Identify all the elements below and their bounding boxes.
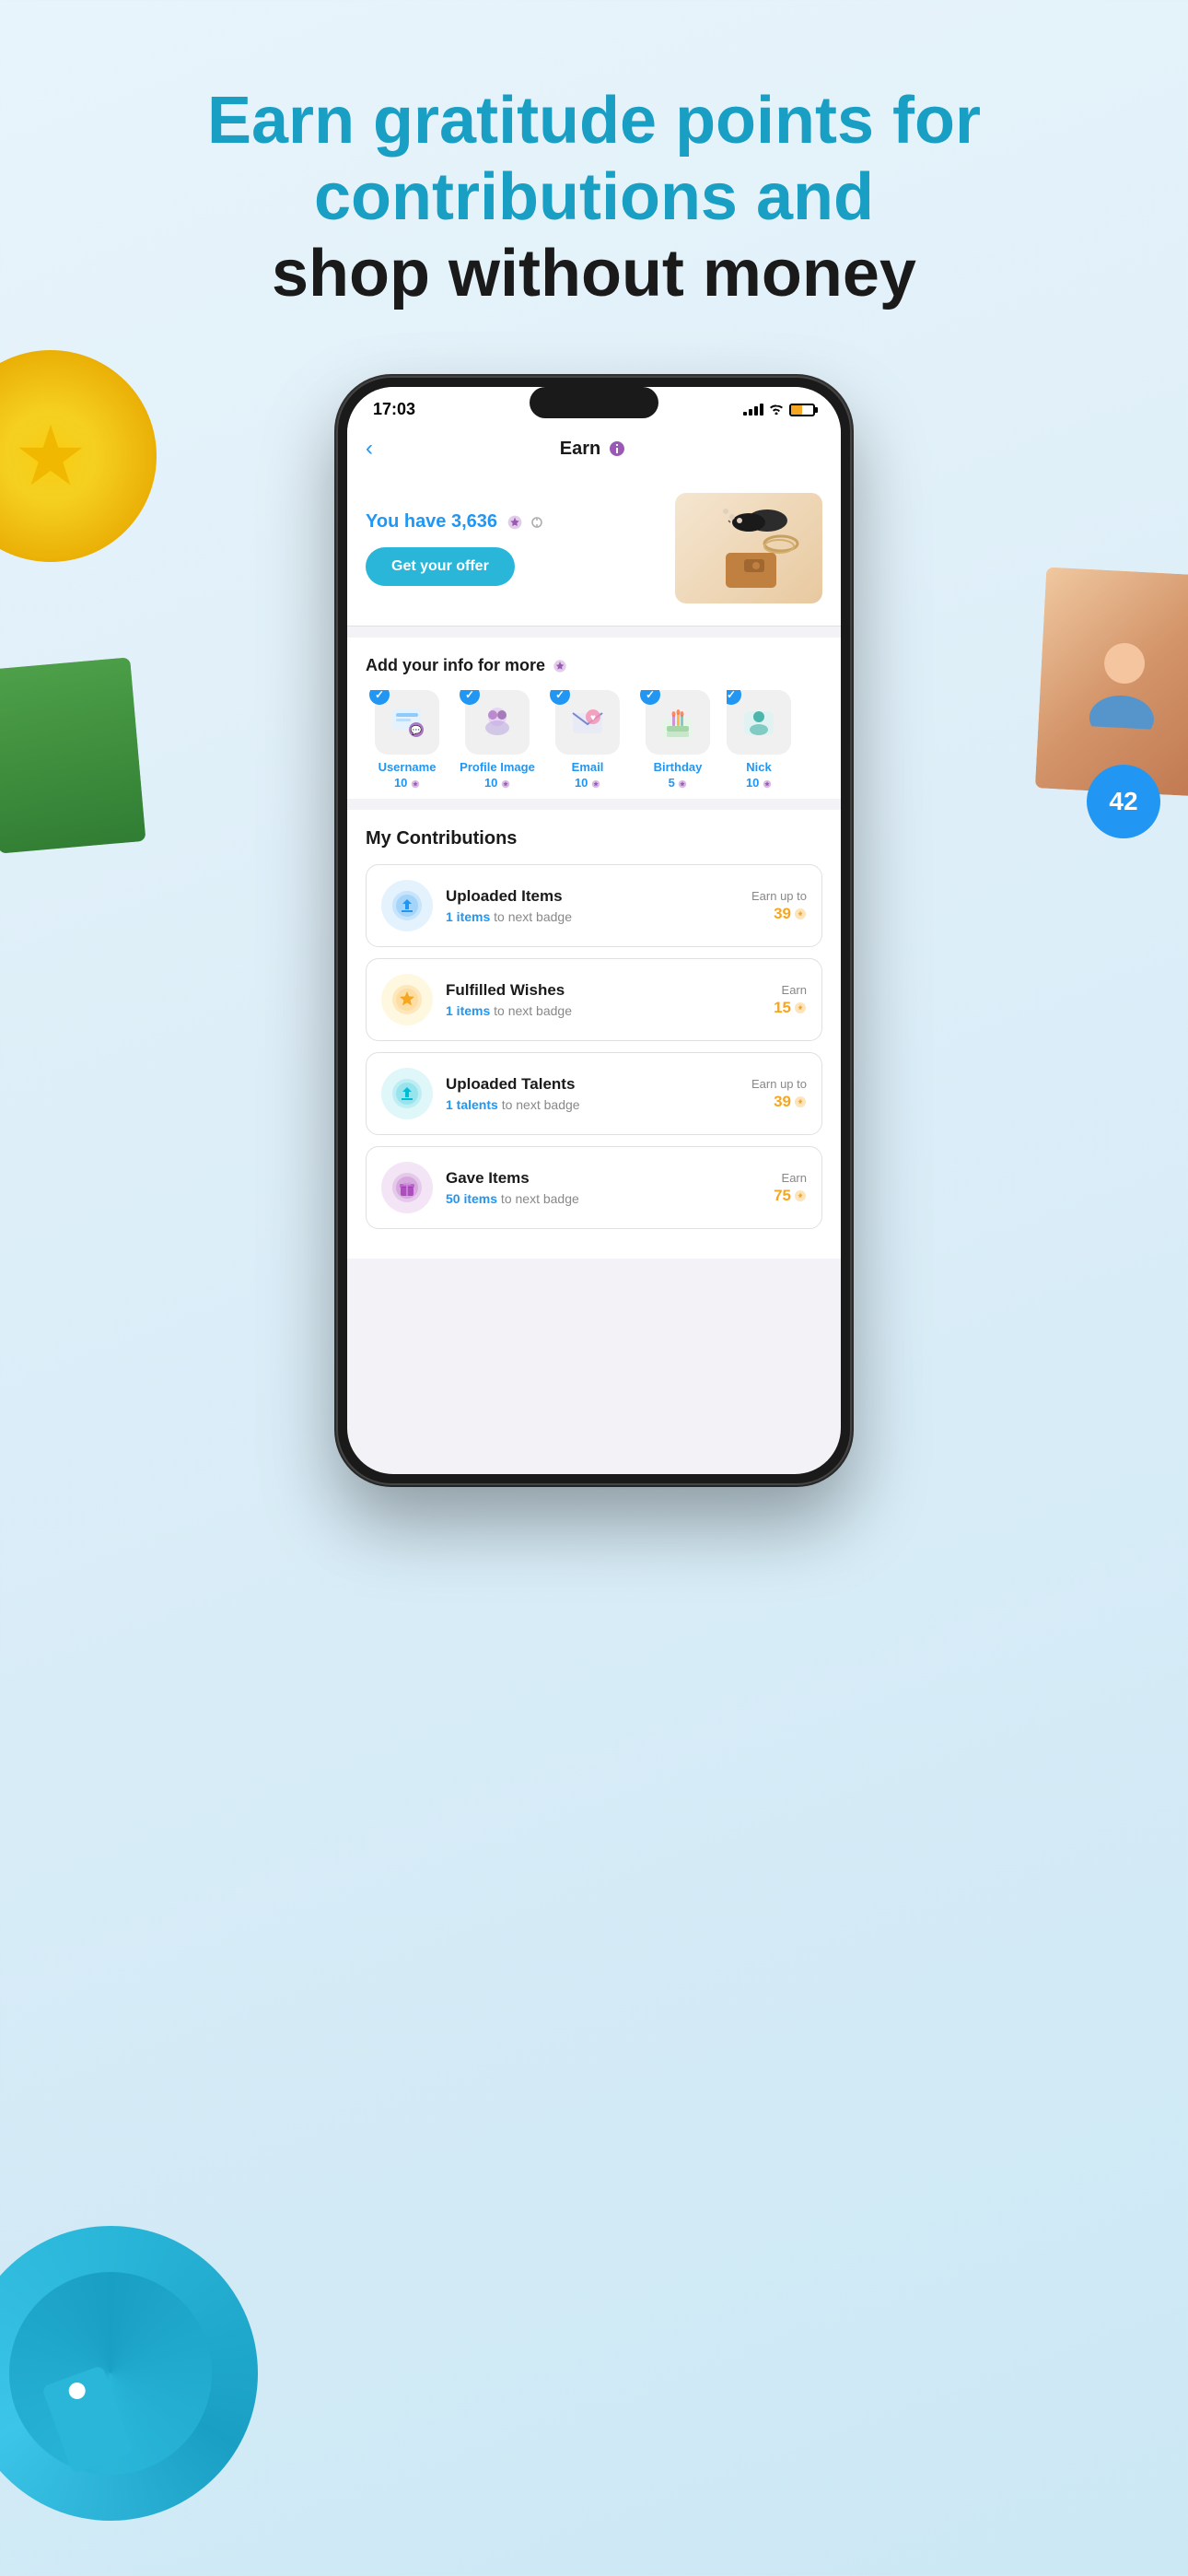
contrib-icon-uploaded-talents bbox=[381, 1068, 433, 1119]
nav-title: Earn bbox=[560, 438, 628, 460]
signal-bar-4 bbox=[760, 404, 763, 416]
phone-screen: 17:03 ‹ bbox=[347, 387, 841, 1474]
contrib-sub-gave-items: 50 items to next badge bbox=[446, 1191, 720, 1206]
info-item-label-email: Email10 bbox=[572, 760, 604, 791]
get-offer-button[interactable]: Get your offer bbox=[366, 547, 515, 586]
info-icon-email: ✓ ♥ bbox=[555, 690, 620, 755]
contrib-sub-uploaded-items: 1 items to next badge bbox=[446, 909, 720, 924]
info-icon-nick: ✓ bbox=[727, 690, 791, 755]
hero-left: You have 3,636 Get your offer bbox=[366, 511, 542, 586]
contrib-icon-uploaded-items bbox=[381, 880, 433, 931]
info-item-email[interactable]: ✓ ♥ Email10 bbox=[546, 690, 629, 791]
contrib-title-fulfilled-wishes: Fulfilled Wishes bbox=[446, 981, 720, 1000]
info-section: Add your info for more ✓ bbox=[347, 638, 841, 799]
contrib-card-gave-items[interactable]: Gave Items 50 items to next badge Earn 7… bbox=[366, 1146, 822, 1229]
info-item-label-birthday: Birthday5 bbox=[654, 760, 703, 791]
status-icons bbox=[743, 403, 815, 417]
hero-image bbox=[675, 493, 822, 603]
nav-bar: ‹ Earn bbox=[347, 427, 841, 474]
info-item-nick[interactable]: ✓ Nick10 bbox=[727, 690, 791, 791]
contrib-info-uploaded-talents: Uploaded Talents 1 talents to next badge bbox=[446, 1075, 720, 1112]
deco-circle-bottom bbox=[0, 2226, 258, 2521]
contrib-sub-uploaded-talents: 1 talents to next badge bbox=[446, 1097, 720, 1112]
info-item-profile-image[interactable]: ✓ Profile Image10 bbox=[456, 690, 539, 791]
contrib-card-uploaded-items[interactable]: Uploaded Items 1 items to next badge Ear… bbox=[366, 864, 822, 947]
info-icon-username: ✓ 💬 bbox=[375, 690, 439, 755]
phone-notch bbox=[530, 387, 658, 418]
contrib-info-uploaded-items: Uploaded Items 1 items to next badge bbox=[446, 887, 720, 924]
contrib-card-fulfilled-wishes[interactable]: Fulfilled Wishes 1 items to next badge E… bbox=[366, 958, 822, 1041]
contrib-earn-gave-items: Earn 75 bbox=[733, 1171, 807, 1205]
contributions-section: My Contributions Uploaded Items bbox=[347, 810, 841, 1259]
svg-text:💬: 💬 bbox=[411, 724, 423, 736]
phone-device: 17:03 ‹ bbox=[336, 376, 852, 1485]
contrib-icon-gave-items bbox=[381, 1162, 433, 1213]
info-item-label-nick: Nick10 bbox=[746, 760, 772, 791]
info-items-list: ✓ 💬 Username10 bbox=[366, 690, 822, 791]
wifi-icon bbox=[769, 403, 784, 417]
info-item-username[interactable]: ✓ 💬 Username10 bbox=[366, 690, 448, 791]
battery-icon bbox=[789, 404, 815, 416]
contrib-earn-uploaded-items: Earn up to 39 bbox=[733, 889, 807, 923]
headline-text: Earn gratitude points for contributions … bbox=[74, 83, 1114, 311]
info-item-label-username: Username10 bbox=[379, 760, 437, 791]
contributions-title: My Contributions bbox=[366, 828, 822, 849]
hero-points: You have 3,636 bbox=[366, 511, 542, 533]
headline-section: Earn gratitude points for contributions … bbox=[0, 0, 1188, 357]
contrib-title-gave-items: Gave Items bbox=[446, 1169, 720, 1188]
contrib-card-uploaded-talents[interactable]: Uploaded Talents 1 talents to next badge… bbox=[366, 1052, 822, 1135]
contrib-title-uploaded-items: Uploaded Items bbox=[446, 887, 720, 906]
signal-bars bbox=[743, 404, 763, 416]
info-item-label-profile: Profile Image10 bbox=[460, 760, 535, 791]
contrib-info-gave-items: Gave Items 50 items to next badge bbox=[446, 1169, 720, 1206]
contrib-title-uploaded-talents: Uploaded Talents bbox=[446, 1075, 720, 1094]
signal-bar-2 bbox=[749, 409, 752, 416]
signal-bar-1 bbox=[743, 412, 747, 416]
svg-text:♥: ♥ bbox=[590, 713, 596, 723]
hero-banner: You have 3,636 Get your offer bbox=[347, 474, 841, 626]
back-button[interactable]: ‹ bbox=[366, 436, 373, 462]
contrib-info-fulfilled-wishes: Fulfilled Wishes 1 items to next badge bbox=[446, 981, 720, 1018]
info-icon-birthday: ✓ bbox=[646, 690, 710, 755]
signal-bar-3 bbox=[754, 406, 758, 416]
status-time: 17:03 bbox=[373, 400, 415, 419]
contrib-icon-fulfilled-wishes bbox=[381, 974, 433, 1025]
phone-wrapper: 17:03 ‹ bbox=[0, 376, 1188, 1485]
contrib-earn-uploaded-talents: Earn up to 39 bbox=[733, 1077, 807, 1111]
contrib-sub-fulfilled-wishes: 1 items to next badge bbox=[446, 1003, 720, 1018]
info-item-birthday[interactable]: ✓ bbox=[636, 690, 719, 791]
info-icon-profile: ✓ bbox=[465, 690, 530, 755]
info-title: Add your info for more bbox=[366, 656, 822, 675]
contrib-earn-fulfilled-wishes: Earn 15 bbox=[733, 983, 807, 1017]
